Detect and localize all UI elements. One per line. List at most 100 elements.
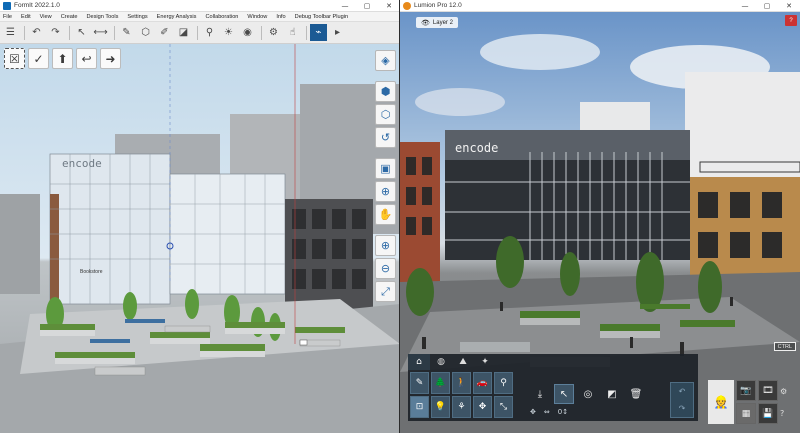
bg-building: [0, 194, 40, 294]
effects-icon[interactable]: ✥: [473, 396, 492, 418]
redo-icon[interactable]: ↷: [679, 404, 686, 413]
minimize-button[interactable]: —: [334, 0, 356, 12]
delete-icon[interactable]: 🗑: [626, 384, 646, 404]
menu-design-tools[interactable]: Design Tools: [86, 14, 118, 20]
menu-file[interactable]: File: [3, 14, 12, 20]
place-icon[interactable]: ⤓: [530, 384, 550, 404]
move-icon[interactable]: ✥: [530, 408, 536, 416]
select-arrow-icon[interactable]: ↖: [554, 384, 574, 404]
select-area-icon[interactable]: ⊡: [410, 396, 429, 418]
tab-landscape[interactable]: ⛰: [452, 354, 474, 370]
build-mode-icon[interactable]: 👷: [708, 380, 734, 424]
tab-materials[interactable]: ◍: [430, 354, 452, 370]
zoom-extents-icon[interactable]: ⤢: [375, 281, 396, 302]
rotate-icon[interactable]: ⇔: [544, 408, 550, 416]
help-icon[interactable]: ?: [780, 409, 787, 418]
dynamo-icon[interactable]: ⌁: [310, 24, 327, 41]
edit-icon[interactable]: ✎: [118, 24, 135, 41]
view-cube-icon[interactable]: ◈: [375, 50, 396, 71]
minimize-button[interactable]: —: [734, 0, 756, 12]
confirm-button[interactable]: ✓: [28, 48, 49, 69]
toolbar-separator: [114, 25, 115, 40]
nature-icon[interactable]: 🌲: [431, 372, 450, 394]
select-icon[interactable]: ↖: [73, 24, 90, 41]
lumion-app-icon: [403, 1, 411, 10]
panel-expand-icon[interactable]: ▸: [329, 24, 346, 41]
panorama-mode-icon[interactable]: ▦: [736, 403, 756, 424]
settings-icon[interactable]: ⚙: [780, 387, 787, 396]
iso-view-icon[interactable]: ⬢: [375, 81, 396, 102]
movie-mode-icon[interactable]: 🎞: [758, 380, 778, 401]
hand-icon[interactable]: ☝: [284, 24, 301, 41]
menu-settings[interactable]: Settings: [127, 14, 147, 20]
undo-icon[interactable]: ↶: [679, 387, 686, 396]
layer-toggle-icon[interactable]: ◩: [602, 384, 622, 404]
cube-icon[interactable]: ⬡: [137, 24, 154, 41]
marker-icon[interactable]: ⚲: [201, 24, 218, 41]
menu-window[interactable]: Window: [247, 14, 267, 20]
people-icon[interactable]: 🚶: [452, 372, 471, 394]
close-button[interactable]: ✕: [378, 0, 400, 12]
forward-button[interactable]: ➜: [100, 48, 121, 69]
formit-3d-viewport[interactable]: encode Bookstore ☒ ✓ ⬆ ↩ ➜ ◈ ⬢ ⬡ ↺ ▣ ⊕ ✋…: [0, 44, 400, 433]
component-icon[interactable]: ◪: [175, 24, 192, 41]
zoom-in-icon[interactable]: ⊕: [375, 235, 396, 256]
formit-titlebar: FormIt 2022.1.0 — ▢ ✕: [0, 0, 400, 12]
imported-model-icon[interactable]: ✎: [410, 372, 429, 394]
menu-view[interactable]: View: [40, 14, 52, 20]
paint-icon[interactable]: ✐: [156, 24, 173, 41]
menu-debug-toolbar-plugin[interactable]: Debug Toolbar Plugin: [295, 14, 348, 20]
menu-edit[interactable]: Edit: [21, 14, 31, 20]
menu-info[interactable]: Info: [276, 14, 285, 20]
maximize-button[interactable]: ▢: [756, 0, 778, 12]
camera-icon[interactable]: ◉: [239, 24, 256, 41]
pan-hand-icon[interactable]: ✋: [375, 204, 396, 225]
formit-mini-toolbar: ☒ ✓ ⬆ ↩ ➜: [4, 48, 121, 76]
formit-storefront-sign: Bookstore: [80, 269, 103, 275]
brick-column: [50, 194, 59, 304]
panel-toggle-icon[interactable]: ☰: [2, 24, 19, 41]
focus-icon[interactable]: ◎: [578, 384, 598, 404]
orbit-icon[interactable]: ↺: [375, 127, 396, 148]
lumion-title: Lumion Pro 12.0: [414, 2, 462, 9]
sun-icon[interactable]: ☀: [220, 24, 237, 41]
toolbar-separator: [261, 25, 262, 40]
menu-collaboration[interactable]: Collaboration: [205, 14, 238, 20]
undo-redo-panel: ↶ ↷: [670, 382, 694, 418]
lumion-window: Lumion Pro 12.0 — ▢ ✕ encode 👁 Layer 2 ?…: [400, 0, 800, 433]
transport-icon[interactable]: 🚗: [473, 372, 492, 394]
height-icon[interactable]: 0↕: [558, 408, 568, 416]
help-badge[interactable]: ?: [785, 15, 797, 26]
tab-objects[interactable]: ⌂: [408, 354, 430, 370]
outdoor-icon[interactable]: ⚘: [452, 396, 471, 418]
toolbar-separator: [69, 25, 70, 40]
box-view-icon[interactable]: ▣: [375, 158, 396, 179]
tab-weather[interactable]: ✦: [474, 354, 496, 370]
formit-app-icon: [3, 1, 11, 10]
undo-icon[interactable]: ↶: [28, 24, 45, 41]
redo-icon[interactable]: ↷: [47, 24, 64, 41]
menu-energy-analysis[interactable]: Energy Analysis: [157, 14, 197, 20]
front-view-icon[interactable]: ⬡: [375, 104, 396, 125]
back-button[interactable]: ↩: [76, 48, 97, 69]
measure-icon[interactable]: ⟷: [92, 24, 109, 41]
save-icon[interactable]: 💾: [758, 403, 778, 424]
lights-icon[interactable]: 💡: [431, 396, 450, 418]
eye-icon[interactable]: 👁: [421, 19, 430, 27]
up-level-button[interactable]: ⬆: [52, 48, 73, 69]
formit-window: FormIt 2022.1.0 — ▢ ✕ File Edit View Cre…: [0, 0, 400, 433]
formit-view-toolbar: ◈ ⬢ ⬡ ↺ ▣ ⊕ ✋ ⊕ ⊖ ⤢: [375, 50, 397, 302]
select-mode-button[interactable]: ☒: [4, 48, 25, 69]
resize-icon[interactable]: ⤡: [494, 396, 513, 418]
settings-icon[interactable]: ⚙: [265, 24, 282, 41]
maximize-button[interactable]: ▢: [356, 0, 378, 12]
zoom-out-icon[interactable]: ⊖: [375, 258, 396, 279]
layer-selector[interactable]: 👁 Layer 2: [416, 17, 458, 28]
menu-create[interactable]: Create: [61, 14, 78, 20]
look-around-icon[interactable]: ⊕: [375, 181, 396, 202]
close-button[interactable]: ✕: [778, 0, 800, 12]
indoor-icon[interactable]: ⚲: [494, 372, 513, 394]
photo-mode-icon[interactable]: 📷: [736, 380, 756, 401]
